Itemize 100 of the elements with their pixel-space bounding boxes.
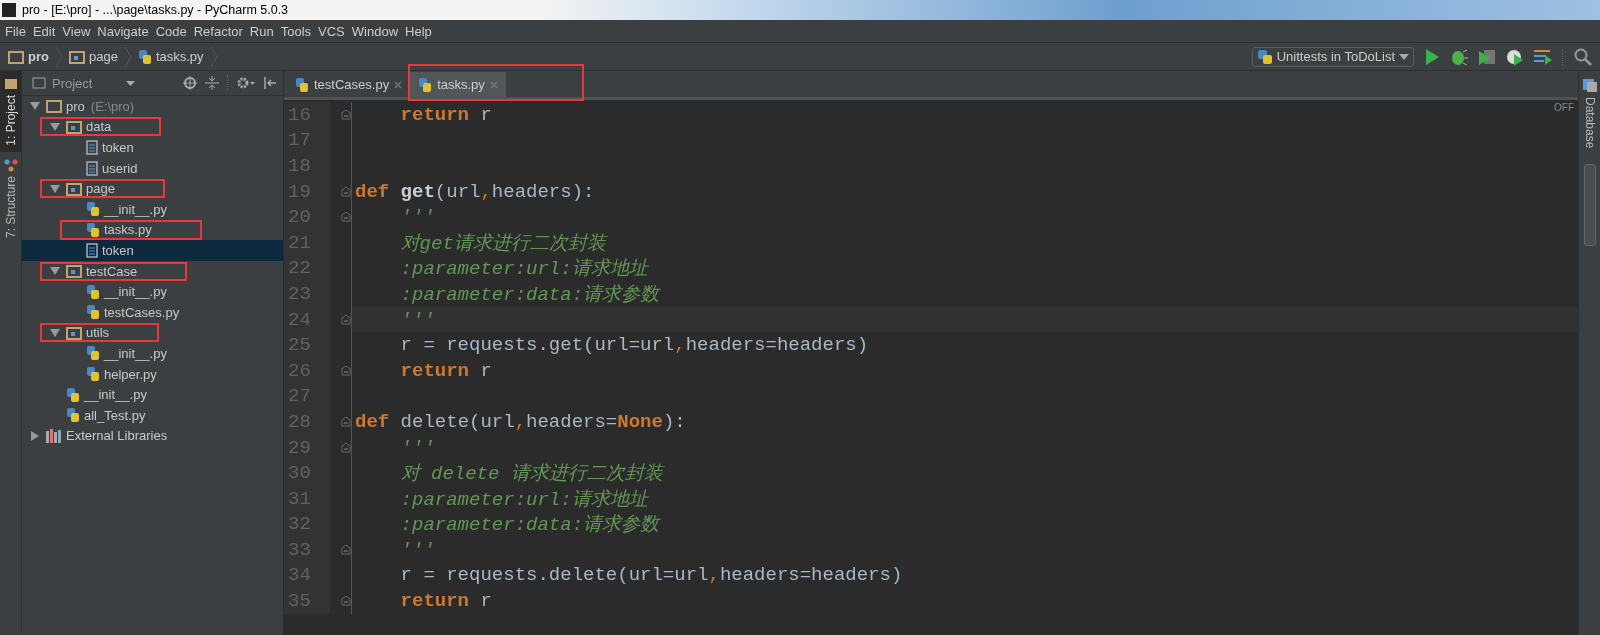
code-line: '''	[399, 206, 435, 229]
window-title: pro - [E:\pro] - ...\page\tasks.py - PyCharm 5.0.3	[22, 3, 289, 17]
tool-window-tab[interactable]: 1: Project	[0, 71, 21, 152]
python-file-icon	[86, 201, 100, 218]
tree-item[interactable]: pro (E:\pro)	[22, 96, 283, 117]
coverage-icon[interactable]	[1478, 47, 1496, 66]
package-folder-icon	[66, 325, 82, 340]
python-file-icon	[418, 76, 433, 93]
collapse-icon[interactable]	[205, 76, 219, 90]
tree-item[interactable]: __init__.py	[22, 281, 283, 302]
inspection-label: OFF	[1554, 102, 1574, 113]
code-line: r = requests.delete(url=url,headers=headers)	[399, 564, 903, 587]
breadcrumb[interactable]: page	[68, 49, 118, 64]
breadcrumb-separator-icon	[123, 45, 132, 68]
run-configuration-dropdown[interactable]: Unittests in ToDoList	[1251, 46, 1414, 67]
fold-marker-icon[interactable]	[340, 596, 351, 607]
code-line: return r	[399, 359, 492, 382]
menu-item[interactable]: Tools	[277, 23, 316, 39]
list-run-icon[interactable]	[1534, 48, 1552, 65]
search-icon[interactable]	[1574, 47, 1592, 66]
menu-item[interactable]: Run	[246, 23, 278, 39]
code-line: return r	[399, 590, 492, 613]
tree-item[interactable]: __init__.py	[22, 198, 283, 220]
folder-icon	[3, 77, 18, 91]
path-hint: (E:\pro)	[90, 98, 135, 114]
settings-icon[interactable]	[237, 76, 255, 90]
tree-item[interactable]: External Libraries	[22, 425, 283, 447]
app-logo-icon	[2, 3, 16, 17]
tool-window-tab[interactable]: 7: Structure	[0, 151, 21, 244]
tree-item[interactable]: tasks.py	[22, 219, 283, 241]
expanded-arrow-icon[interactable]	[50, 267, 60, 276]
fold-marker-icon[interactable]	[340, 314, 351, 325]
python-file-icon	[86, 283, 100, 300]
fold-marker-icon[interactable]	[340, 109, 351, 120]
run-icon[interactable]	[1424, 47, 1440, 66]
code-line: return r	[399, 103, 492, 126]
menu-item[interactable]: Edit	[29, 23, 60, 39]
tree-item[interactable]: token	[22, 137, 283, 158]
package-folder-icon	[66, 119, 82, 134]
tree-item[interactable]: data	[22, 116, 283, 138]
fold-marker-icon[interactable]	[340, 212, 351, 223]
menu-item[interactable]: Refactor	[190, 23, 247, 39]
python-file-icon	[86, 345, 100, 362]
structure-icon	[3, 157, 18, 172]
expanded-arrow-icon[interactable]	[50, 184, 60, 193]
menu-item[interactable]: Help	[402, 23, 436, 39]
tree-item[interactable]: all_Test.py	[22, 404, 283, 426]
breadcrumb[interactable]: pro	[8, 49, 49, 64]
hide-panel-icon[interactable]	[263, 76, 277, 90]
package-folder-icon	[68, 49, 85, 64]
code-line: r = requests.get(url=url,headers=headers)	[399, 334, 869, 357]
menu-item[interactable]: Window	[348, 23, 403, 39]
text-file-icon	[86, 160, 98, 176]
tree-item[interactable]: utils	[22, 322, 283, 344]
expanded-arrow-icon[interactable]	[30, 102, 40, 111]
tree-item[interactable]: userid	[22, 157, 283, 179]
tree-item[interactable]: testCases.py	[22, 301, 283, 323]
python-file-icon	[66, 386, 80, 403]
fold-marker-icon[interactable]	[340, 544, 351, 555]
menu-item[interactable]: View	[59, 23, 95, 39]
code-line: :parameter:url:请求地址	[399, 257, 648, 282]
editor-tab[interactable]: testCases.py	[287, 72, 411, 97]
code-line: 对 delete 请求进行二次封装	[399, 462, 663, 487]
breadcrumb-separator-icon	[54, 45, 63, 68]
code-line: 对get请求进行二次封装	[399, 231, 606, 256]
python-file-icon	[137, 48, 152, 65]
menu-item[interactable]: Navigate	[94, 23, 153, 39]
menu-item[interactable]: File	[2, 23, 30, 39]
tree-item[interactable]: helper.py	[22, 363, 283, 385]
close-icon[interactable]	[394, 80, 403, 89]
fold-marker-icon[interactable]	[340, 186, 351, 197]
breadcrumb-separator-icon	[209, 45, 218, 68]
python-file-icon	[86, 221, 100, 238]
python-file-icon	[295, 76, 309, 93]
menu-item[interactable]: VCS	[315, 23, 349, 39]
expanded-arrow-icon[interactable]	[50, 328, 60, 337]
fold-marker-icon[interactable]	[340, 442, 351, 453]
profiler-icon[interactable]	[1506, 47, 1524, 66]
fold-marker-icon[interactable]	[340, 416, 351, 427]
tree-item[interactable]: __init__.py	[22, 384, 283, 405]
bug-icon[interactable]	[1450, 47, 1468, 66]
editor-tab[interactable]: tasks.py	[410, 72, 506, 97]
expanded-arrow-icon[interactable]	[50, 122, 60, 131]
folder-icon	[46, 99, 62, 114]
package-folder-icon	[66, 264, 82, 279]
tree-item[interactable]: token	[22, 240, 283, 261]
breadcrumb[interactable]: tasks.py	[137, 48, 204, 65]
library-icon	[46, 428, 62, 443]
menu-item[interactable]: Code	[152, 23, 191, 39]
tool-window-tab[interactable]: Database	[1581, 71, 1598, 149]
collapsed-arrow-icon[interactable]	[31, 430, 39, 441]
tree-item[interactable]: __init__.py	[22, 343, 283, 364]
tree-item[interactable]: testCase	[22, 260, 283, 282]
code-line: '''	[399, 436, 435, 459]
code-line: :parameter:url:请求地址	[399, 487, 648, 512]
text-file-icon	[86, 140, 98, 155]
target-icon[interactable]	[183, 76, 197, 90]
view-selector[interactable]: Project	[32, 75, 136, 91]
tree-item[interactable]: page	[22, 178, 283, 199]
fold-marker-icon[interactable]	[340, 365, 351, 376]
